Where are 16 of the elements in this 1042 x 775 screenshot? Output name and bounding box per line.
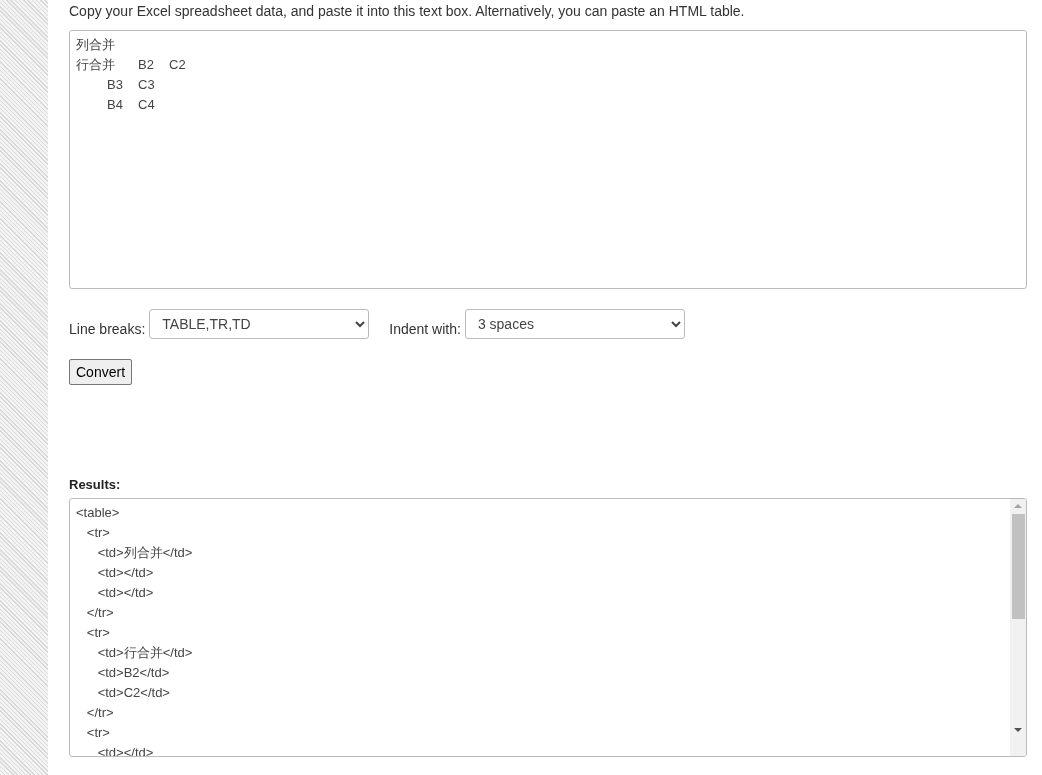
results-label: Results: <box>69 477 121 493</box>
convert-button[interactable]: Convert <box>69 359 133 385</box>
text-line: B3 C3 <box>106 76 155 94</box>
option-label: Indent with: <box>389 321 461 338</box>
text-line: 行合并 B2 C2 <box>76 56 186 74</box>
text-line: B4 C4 <box>106 96 155 114</box>
text-line: 列合并 <box>76 36 115 54</box>
option-select[interactable]: 3 spaces <box>464 309 685 339</box>
option-label: Line breaks: <box>69 321 146 338</box>
instructions-text: Copy your Excel spreadsheet data, and paste it into this text box. Alternatively, you can paste an HTML table. <box>69 3 746 20</box>
scrollbar-thumb[interactable] <box>1011 514 1025 619</box>
scroll-down-icon[interactable] <box>1014 728 1022 732</box>
input-field[interactable]: 列合并 行合并 B2 C2 B3 C3 B4 C4 <box>69 30 1027 289</box>
scrollbar[interactable] <box>1010 499 1026 756</box>
scroll-up-icon[interactable] <box>1014 504 1022 508</box>
option-select[interactable]: TABLE,TR,TD <box>149 309 370 339</box>
